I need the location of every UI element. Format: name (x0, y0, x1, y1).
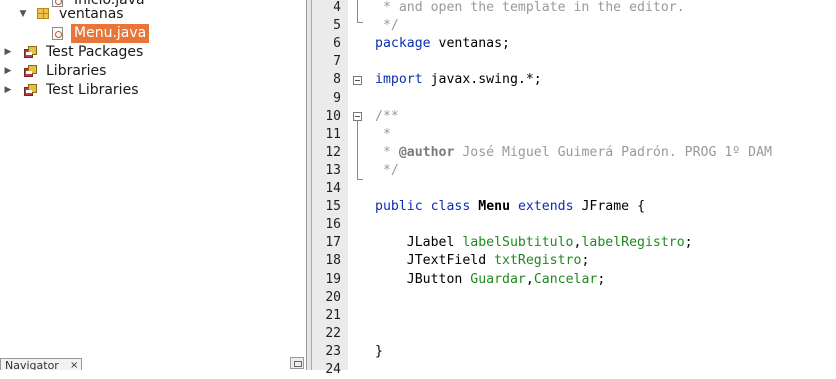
code-token: JFrame { (573, 199, 646, 214)
code-token: */ (375, 163, 399, 178)
code-editor[interactable]: * and open the template in the editor. *… (370, 0, 836, 370)
line-number: 16 (325, 217, 341, 232)
code-token: ; (581, 253, 590, 268)
code-token: */ (375, 18, 399, 33)
code-token: ventanas; (430, 36, 510, 51)
line-number: 17 (325, 235, 341, 250)
code-token: import (375, 72, 423, 87)
code-token: /** (375, 109, 399, 124)
line-number: 13 (325, 163, 341, 178)
code-token: } (375, 344, 383, 359)
code-line: package ventanas; (375, 35, 510, 53)
line-number: 6 (333, 36, 341, 51)
line-number: 5 (333, 18, 341, 33)
minimize-window-button[interactable] (290, 357, 304, 369)
code-token: , (525, 272, 534, 287)
line-number: 18 (325, 253, 341, 268)
code-token: labelSubtitulo (462, 235, 574, 250)
code-token: txtRegistro (494, 253, 582, 268)
code-line: * @author José Miguel Guimerá Padrón. PR… (375, 144, 772, 162)
project-tree-pane: Inicio.java ▼ ventanas Menu.java ▶ Test … (0, 0, 306, 370)
code-line: * (375, 126, 391, 144)
code-line: JButton Guardar,Cancelar; (375, 271, 606, 289)
code-token: Guardar (470, 272, 526, 287)
line-number: 22 (325, 326, 341, 341)
collapsed-arrow-icon[interactable]: ▶ (3, 62, 13, 81)
code-line: JTextField txtRegistro; (375, 252, 590, 270)
code-line: */ (375, 162, 399, 180)
code-token: Cancelar (533, 272, 598, 287)
package-icon (37, 8, 49, 19)
line-number-gutter: 4 5 6 7 8 9 10 11 12 13 14 15 16 17 18 19 20 21 22 23 24 (312, 0, 348, 377)
line-number: 9 (333, 91, 341, 106)
tree-item-test-packages[interactable]: ▶ Test Packages (0, 43, 306, 62)
tree-item-package-ventanas[interactable]: ▼ ventanas (0, 5, 306, 24)
navigator-tab[interactable]: Navigator × (0, 358, 82, 370)
code-token: * (375, 127, 391, 142)
expand-arrow-icon[interactable]: ▼ (18, 5, 28, 24)
code-token: ; (597, 272, 606, 287)
code-line: } (375, 343, 383, 361)
code-line: import javax.swing.*; (375, 71, 542, 89)
fold-toggle-icon[interactable] (353, 112, 362, 121)
code-token: extends (517, 199, 574, 214)
code-token: javax.swing.*; (422, 72, 542, 87)
fold-toggle-icon[interactable] (353, 76, 362, 85)
code-token: package (375, 36, 431, 51)
code-line: JLabel labelSubtitulo,labelRegistro; (375, 234, 693, 252)
line-number: 19 (325, 272, 341, 287)
tree-item-menu-java[interactable]: Menu.java (0, 24, 306, 43)
line-number: 15 (325, 199, 341, 214)
code-token: class (430, 199, 471, 214)
line-number: 4 (333, 0, 341, 15)
line-number: 7 (333, 54, 341, 69)
line-number: 10 (325, 109, 341, 124)
tree-item-libraries[interactable]: ▶ Libraries (0, 62, 306, 81)
code-line: /** (375, 108, 399, 126)
code-token: JTextField (375, 253, 495, 268)
java-file-icon (52, 27, 63, 40)
code-token: public (375, 199, 423, 214)
collapsed-arrow-icon[interactable]: ▶ (3, 81, 13, 100)
line-number: 11 (325, 127, 341, 142)
code-token: JButton (375, 272, 471, 287)
line-number: 12 (325, 145, 341, 160)
test-packages-icon (24, 46, 37, 58)
code-line: */ (375, 17, 399, 35)
tree-item-test-libraries[interactable]: ▶ Test Libraries (0, 81, 306, 100)
line-number: 23 (325, 344, 341, 359)
test-libraries-icon (24, 84, 37, 96)
code-token: labelRegistro (581, 235, 685, 250)
line-number: 21 (325, 308, 341, 323)
code-token: Menu (478, 199, 511, 214)
code-token: * (375, 145, 399, 160)
code-token: José Miguel Guimerá Padrón. PROG 1º DAM (454, 145, 772, 160)
code-token: * and open the template in the editor. (375, 0, 685, 15)
line-number: 8 (333, 72, 341, 87)
close-icon[interactable]: × (70, 359, 78, 370)
line-number: 20 (325, 290, 341, 305)
code-token: @author (398, 145, 455, 160)
code-token: ; (684, 235, 693, 250)
libraries-icon (24, 65, 37, 77)
code-line: public class Menu extends JFrame { (375, 198, 645, 216)
code-line: * and open the template in the editor. (375, 0, 685, 17)
collapsed-arrow-icon[interactable]: ▶ (3, 43, 13, 62)
line-number: 14 (325, 181, 341, 196)
line-number: 24 (325, 362, 341, 377)
code-token: JLabel (375, 235, 463, 250)
navigator-tab-label: Navigator (5, 359, 59, 370)
fold-margin (348, 0, 370, 370)
